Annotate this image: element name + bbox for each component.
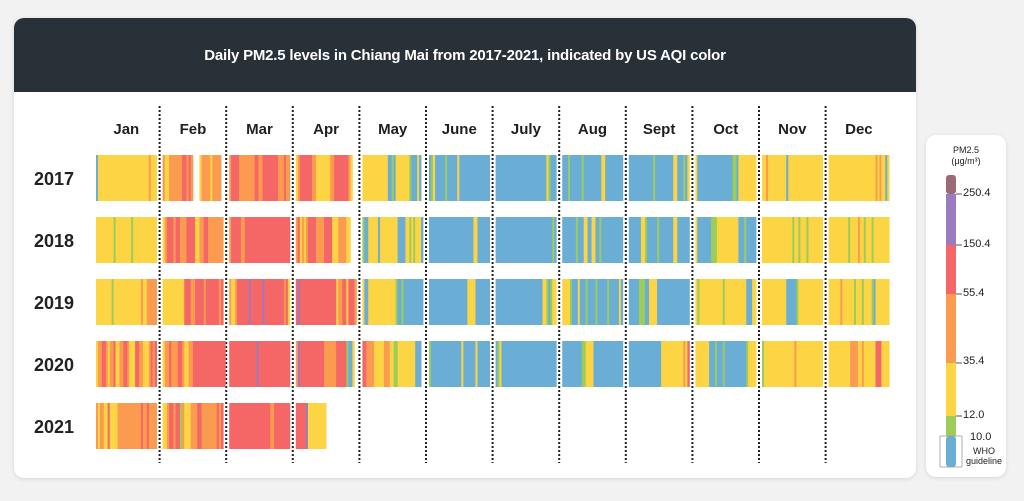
legend-tick-12: 12.0 <box>963 409 985 421</box>
day-cell-2020-feb-29 <box>223 341 226 387</box>
day-cell-2018-oct-31 <box>754 217 757 263</box>
month-label-jan: Jan <box>113 121 139 138</box>
chart-card: Daily PM2.5 levels in Chiang Mai from 20… <box>14 18 916 478</box>
month-label-june: June <box>442 121 477 138</box>
day-cell-2020-oct-31 <box>754 341 757 387</box>
day-cell-2021-mar-31 <box>287 403 291 449</box>
month-label-may: May <box>378 121 408 138</box>
day-cell-2019-nov-30 <box>820 279 823 325</box>
heatmap-chart: Jan Feb Mar Apr May June July Aug Sept Oct Nov Dec 2… <box>34 106 890 463</box>
year-label-2021: 2021 <box>34 417 74 437</box>
day-cell-2017-feb-27 <box>218 155 222 201</box>
month-label-aug: Aug <box>578 121 607 138</box>
legend-tick-55: 55.4 <box>963 287 985 299</box>
day-cell-2019-jan-31 <box>154 279 157 325</box>
who-line1: WHO <box>973 446 996 456</box>
day-cell-2018-dec-31 <box>887 217 890 263</box>
year-label-2020: 2020 <box>34 355 74 375</box>
legend-tick-10: 10.0 <box>970 431 992 443</box>
month-label-feb: Feb <box>180 121 207 138</box>
day-cell-2020-june-30 <box>487 341 490 387</box>
legend-tick-35: 35.4 <box>963 355 985 367</box>
legend-tick-250: 250.4 <box>963 187 991 199</box>
legend-swatch-O <box>946 294 956 363</box>
year-label-2019: 2019 <box>34 293 74 313</box>
day-cell-2018-sept-30 <box>687 217 690 263</box>
day-cell-2020-dec-31 <box>887 341 890 387</box>
day-cell-2017-may-30 <box>419 155 422 201</box>
day-cell-2019-mar-31 <box>287 279 291 325</box>
day-cell-2019-oct-31 <box>754 279 757 325</box>
month-label-july: July <box>511 121 542 138</box>
day-cell-2017-july-31 <box>554 155 557 201</box>
who-guideline-label: WHO guideline <box>966 446 1002 466</box>
day-cell-2017-apr-28 <box>350 155 353 201</box>
legend-tick-150: 150.4 <box>963 238 991 250</box>
year-label-2017: 2017 <box>34 169 74 189</box>
day-cell-2018-jan-31 <box>154 217 157 263</box>
day-cell-2018-feb-28 <box>221 217 224 263</box>
month-label-oct: Oct <box>713 121 738 138</box>
year-label-2018: 2018 <box>34 231 74 251</box>
day-cell-2020-aug-31 <box>620 341 624 387</box>
day-cell-2017-dec-31 <box>887 155 890 201</box>
day-cell-2018-june-30 <box>487 217 490 263</box>
day-cell-2019-july-31 <box>554 279 557 325</box>
day-cell-2019-dec-31 <box>887 279 890 325</box>
day-cell-2020-may-30 <box>419 341 422 387</box>
month-label-nov: Nov <box>778 121 807 138</box>
day-cell-2021-jan-31 <box>154 403 157 449</box>
day-cell-2021-apr-15 <box>324 403 327 449</box>
day-cell-2018-aug-31 <box>620 217 624 263</box>
day-cell-2020-july-31 <box>554 341 557 387</box>
who-line2: guideline <box>966 456 1003 466</box>
day-cell-2017-mar-31 <box>287 155 291 201</box>
month-label-sept: Sept <box>643 121 676 138</box>
day-cell-2018-mar-31 <box>287 217 291 263</box>
month-label-mar: Mar <box>246 121 273 138</box>
legend-swatch-B <box>946 436 956 467</box>
day-cell-2020-nov-30 <box>820 341 823 387</box>
month-label-apr: Apr <box>313 121 339 138</box>
day-cell-2019-may-31 <box>421 279 424 325</box>
legend-swatch-P <box>946 194 956 245</box>
legend-swatch-M <box>946 175 956 194</box>
day-cell-2020-jan-31 <box>154 341 157 387</box>
day-cell-2018-may-31 <box>421 217 424 263</box>
day-cell-2020-sept-30 <box>687 341 690 387</box>
legend-panel: PM2.5 (μg/m³) 250.4 150.4 55.4 35.4 12.0… <box>926 135 1006 477</box>
day-cell-2019-sept-30 <box>687 279 690 325</box>
day-cell-2017-nov-30 <box>820 155 823 201</box>
day-cell-2017-sept-30 <box>687 155 690 201</box>
legend-swatch-G <box>946 416 956 436</box>
day-cell-2019-feb-28 <box>221 279 224 325</box>
legend-swatch-Y <box>946 363 956 416</box>
day-cell-2017-oct-31 <box>754 155 757 201</box>
month-label-dec: Dec <box>845 121 873 138</box>
day-cell-2019-apr-30 <box>354 279 357 325</box>
day-cell-2017-feb-14 <box>190 155 194 201</box>
day-cell-2021-feb-28 <box>221 403 224 449</box>
day-cell-2019-june-30 <box>487 279 490 325</box>
day-cell-2020-mar-31 <box>287 341 291 387</box>
day-cell-2017-jan-31 <box>154 155 157 201</box>
day-cell-2020-apr-29 <box>352 341 355 387</box>
day-cell-2018-july-31 <box>554 217 557 263</box>
day-cell-2017-june-30 <box>487 155 490 201</box>
legend-swatch-R <box>946 245 956 294</box>
day-cell-2018-apr-27 <box>348 217 351 263</box>
day-cell-2019-aug-31 <box>620 279 624 325</box>
day-cell-2018-nov-30 <box>820 217 823 263</box>
day-cell-2017-aug-31 <box>620 155 624 201</box>
